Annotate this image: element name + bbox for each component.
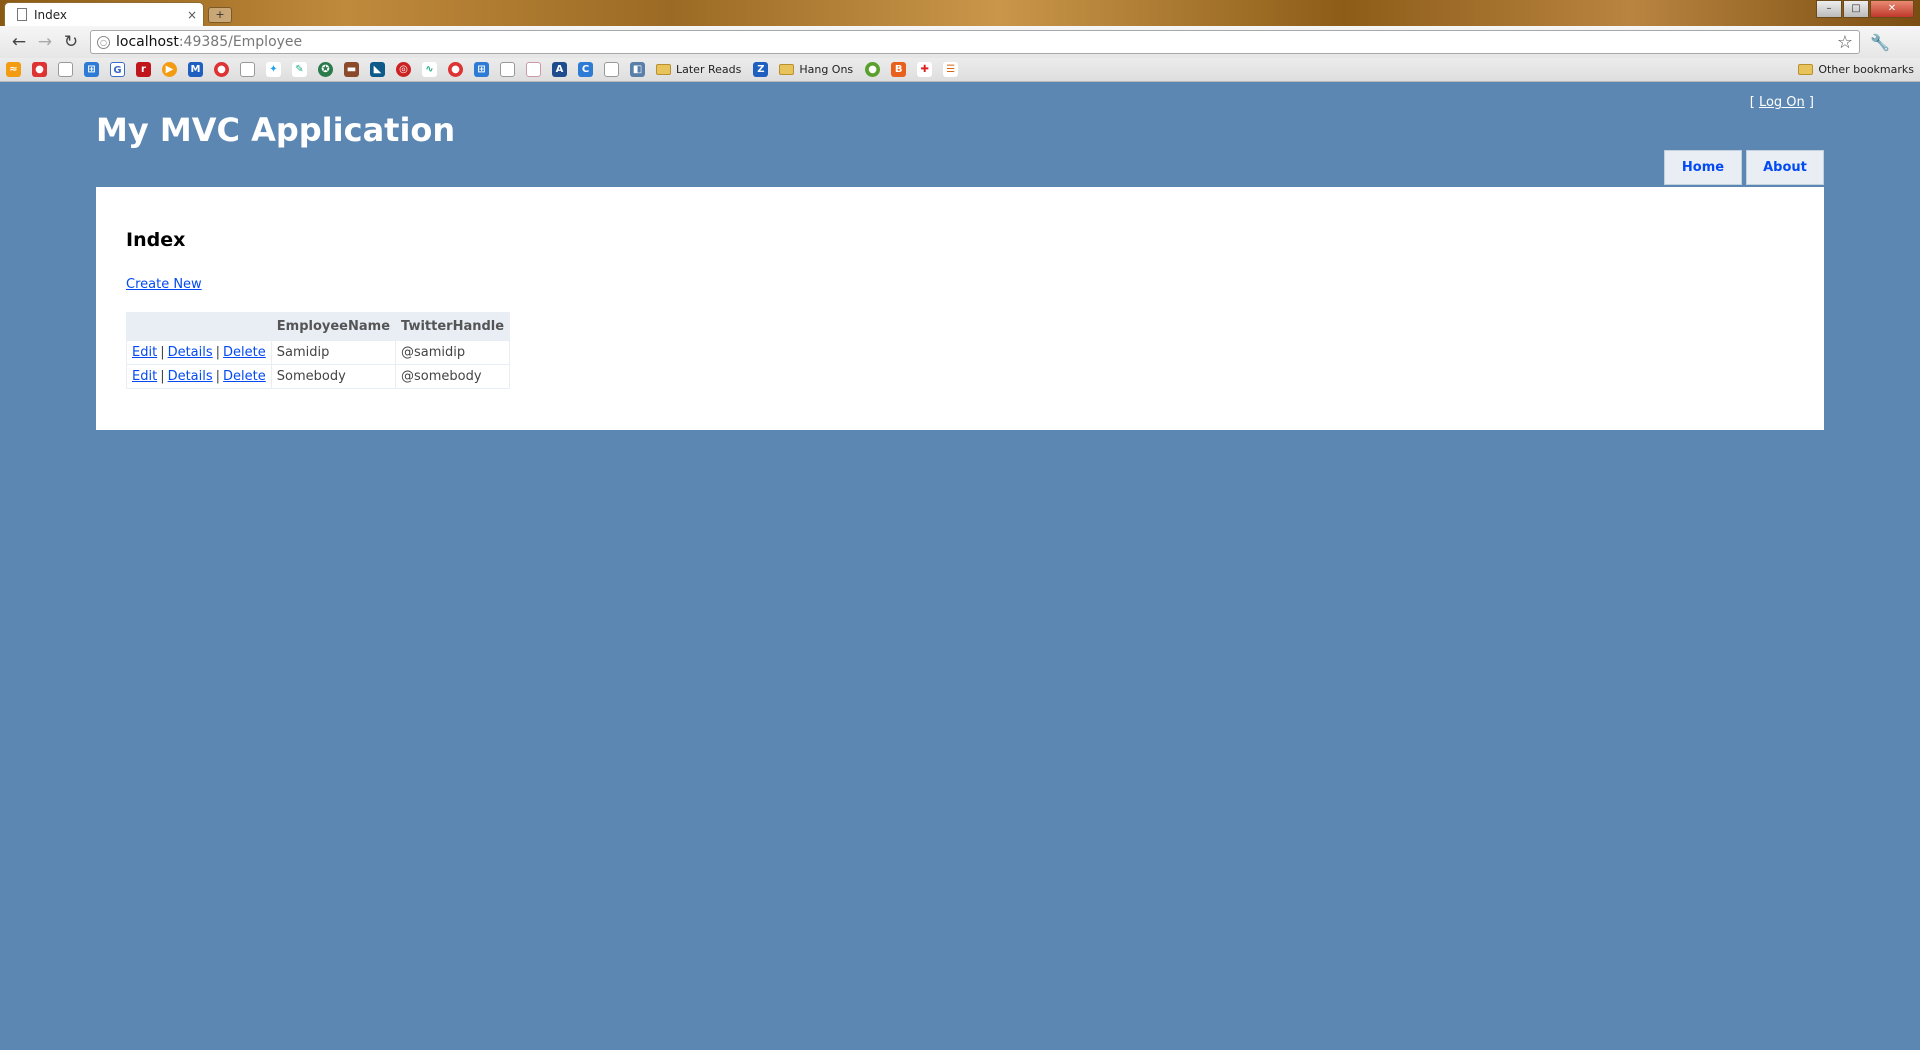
url-path: :49385/Employee xyxy=(178,34,303,50)
main-menu: Home About xyxy=(1660,150,1824,185)
main-content: Index Create New EmployeeName TwitterHan… xyxy=(96,187,1824,430)
employee-table: EmployeeName TwitterHandle Edit | Details |… xyxy=(126,312,511,389)
row-actions: Edit | Details | Delete xyxy=(126,340,272,365)
new-tab-button[interactable]: + xyxy=(208,7,232,23)
forward-arrow-icon[interactable]: → xyxy=(32,29,58,55)
folder-label: Other bookmarks xyxy=(1818,63,1914,76)
logon-bracket-close: ] xyxy=(1808,95,1814,110)
bookmark-folder-other[interactable]: Other bookmarks xyxy=(1798,63,1914,76)
bookmark-icon[interactable]: M xyxy=(188,62,203,77)
wrench-icon[interactable]: 🔧 xyxy=(1870,33,1890,52)
separator: | xyxy=(215,345,221,360)
column-header-employee-name: EmployeeName xyxy=(270,312,397,341)
details-link[interactable]: Details xyxy=(168,369,213,384)
twitter-icon[interactable]: ✦ xyxy=(266,62,281,77)
bookmark-icon[interactable]: Z xyxy=(753,62,769,77)
folder-icon xyxy=(656,64,671,75)
maximize-button[interactable]: □ xyxy=(1843,0,1869,18)
bookmark-icon[interactable]: ◎ xyxy=(396,62,411,77)
page-icon[interactable] xyxy=(58,62,73,77)
twitter-handle-cell: @samidip xyxy=(395,340,511,365)
web-page: My MVC Application [ Log On ] Home About… xyxy=(0,83,1920,1050)
menu-about[interactable]: About xyxy=(1746,150,1824,185)
folder-label: Hang Ons xyxy=(799,63,854,76)
window-controls: – □ ✕ xyxy=(1815,0,1914,18)
address-bar[interactable]: ○ localhost:49385/Employee ☆ xyxy=(90,30,1860,54)
folder-icon xyxy=(779,64,795,75)
bookmark-icon[interactable]: ● xyxy=(32,62,47,77)
rss-icon[interactable]: ≈ xyxy=(6,62,21,77)
browser-toolbar: ← → ↻ ○ localhost:49385/Employee ☆ 🔧 xyxy=(0,26,1920,58)
bookmark-icon[interactable]: ▬ xyxy=(344,62,359,77)
blogger-icon[interactable]: B xyxy=(891,62,907,77)
bookmark-star-icon[interactable]: ☆ xyxy=(1837,32,1853,53)
google-icon[interactable]: G xyxy=(110,62,125,77)
edit-link[interactable]: Edit xyxy=(132,345,157,360)
page-icon[interactable] xyxy=(604,62,619,77)
site-header: My MVC Application [ Log On ] Home About xyxy=(96,83,1824,187)
menu-home[interactable]: Home xyxy=(1664,150,1742,185)
bookmark-icon[interactable]: r xyxy=(136,62,151,77)
table-row: Edit | Details | Delete Samidip @samidip xyxy=(126,340,511,365)
details-link[interactable]: Details xyxy=(168,345,213,360)
bookmarks-bar: ≈ ● ⊞ G r ▶ M ● ✦ ✎ ✪ ▬ ◣ ◎ ∿ ● ⊞ A C ◧ … xyxy=(0,58,1920,82)
column-header-actions xyxy=(126,312,272,341)
separator: | xyxy=(215,369,221,384)
folder-icon xyxy=(1798,64,1814,75)
table-header-row: EmployeeName TwitterHandle xyxy=(126,312,511,341)
bookmark-icon[interactable] xyxy=(526,62,541,77)
bookmark-icon[interactable]: ▶ xyxy=(162,62,177,77)
close-window-button[interactable]: ✕ xyxy=(1870,0,1914,18)
page-heading: Index xyxy=(126,229,186,251)
bookmark-icon[interactable]: ◣ xyxy=(370,62,385,77)
bookmark-icon[interactable]: C xyxy=(578,62,593,77)
row-actions: Edit | Details | Delete xyxy=(126,364,272,389)
edit-link[interactable]: Edit xyxy=(132,369,157,384)
page-icon[interactable] xyxy=(500,62,515,77)
url-host: localhost xyxy=(116,34,179,50)
bookmark-icon[interactable]: ● xyxy=(448,62,463,77)
browser-tab[interactable]: Index × xyxy=(4,2,204,26)
employee-name-cell: Samidip xyxy=(270,340,397,365)
bookmark-folder-hang-ons[interactable]: Hang Ons xyxy=(779,63,853,76)
bookmark-icon[interactable]: ● xyxy=(865,62,881,77)
page-icon xyxy=(17,8,27,21)
tab-title: Index xyxy=(34,7,68,22)
logon-bracket-open: [ xyxy=(1749,95,1755,110)
twitter-handle-cell: @somebody xyxy=(395,364,511,389)
bookmark-icon[interactable]: ◧ xyxy=(630,62,645,77)
bookmark-icon[interactable]: ● xyxy=(214,62,229,77)
back-arrow-icon[interactable]: ← xyxy=(6,29,32,55)
site-title: My MVC Application xyxy=(96,111,456,149)
separator: | xyxy=(160,345,165,360)
column-header-twitter-handle: TwitterHandle xyxy=(395,312,511,341)
logon-display: [ Log On ] xyxy=(1750,95,1814,110)
delete-link[interactable]: Delete xyxy=(223,369,266,384)
browser-titlebar: Index × + – □ ✕ xyxy=(0,0,1920,26)
delete-link[interactable]: Delete xyxy=(223,345,266,360)
reload-icon[interactable]: ↻ xyxy=(58,29,84,55)
bookmark-folder-later-reads[interactable]: Later Reads xyxy=(656,63,741,76)
bookmark-icon[interactable]: ✎ xyxy=(292,62,307,77)
page-icon[interactable] xyxy=(240,62,255,77)
starbucks-icon[interactable]: ✪ xyxy=(318,62,333,77)
separator: | xyxy=(160,369,165,384)
folder-label: Later Reads xyxy=(676,63,742,76)
bookmark-icon[interactable]: A xyxy=(552,62,567,77)
tab-close-icon[interactable]: × xyxy=(187,8,197,22)
minimize-button[interactable]: – xyxy=(1816,0,1842,18)
create-new-link[interactable]: Create New xyxy=(126,277,202,292)
table-row: Edit | Details | Delete Somebody @somebody xyxy=(126,364,511,389)
globe-icon: ○ xyxy=(97,35,110,49)
windows-icon[interactable]: ⊞ xyxy=(84,62,99,77)
bookmark-icon[interactable]: ✚ xyxy=(917,62,933,77)
employee-name-cell: Somebody xyxy=(270,364,397,389)
stack-icon[interactable]: ☰ xyxy=(943,62,959,77)
log-on-link[interactable]: Log On xyxy=(1759,95,1805,110)
bookmark-icon[interactable]: ∿ xyxy=(422,62,437,77)
windows-icon[interactable]: ⊞ xyxy=(474,62,489,77)
